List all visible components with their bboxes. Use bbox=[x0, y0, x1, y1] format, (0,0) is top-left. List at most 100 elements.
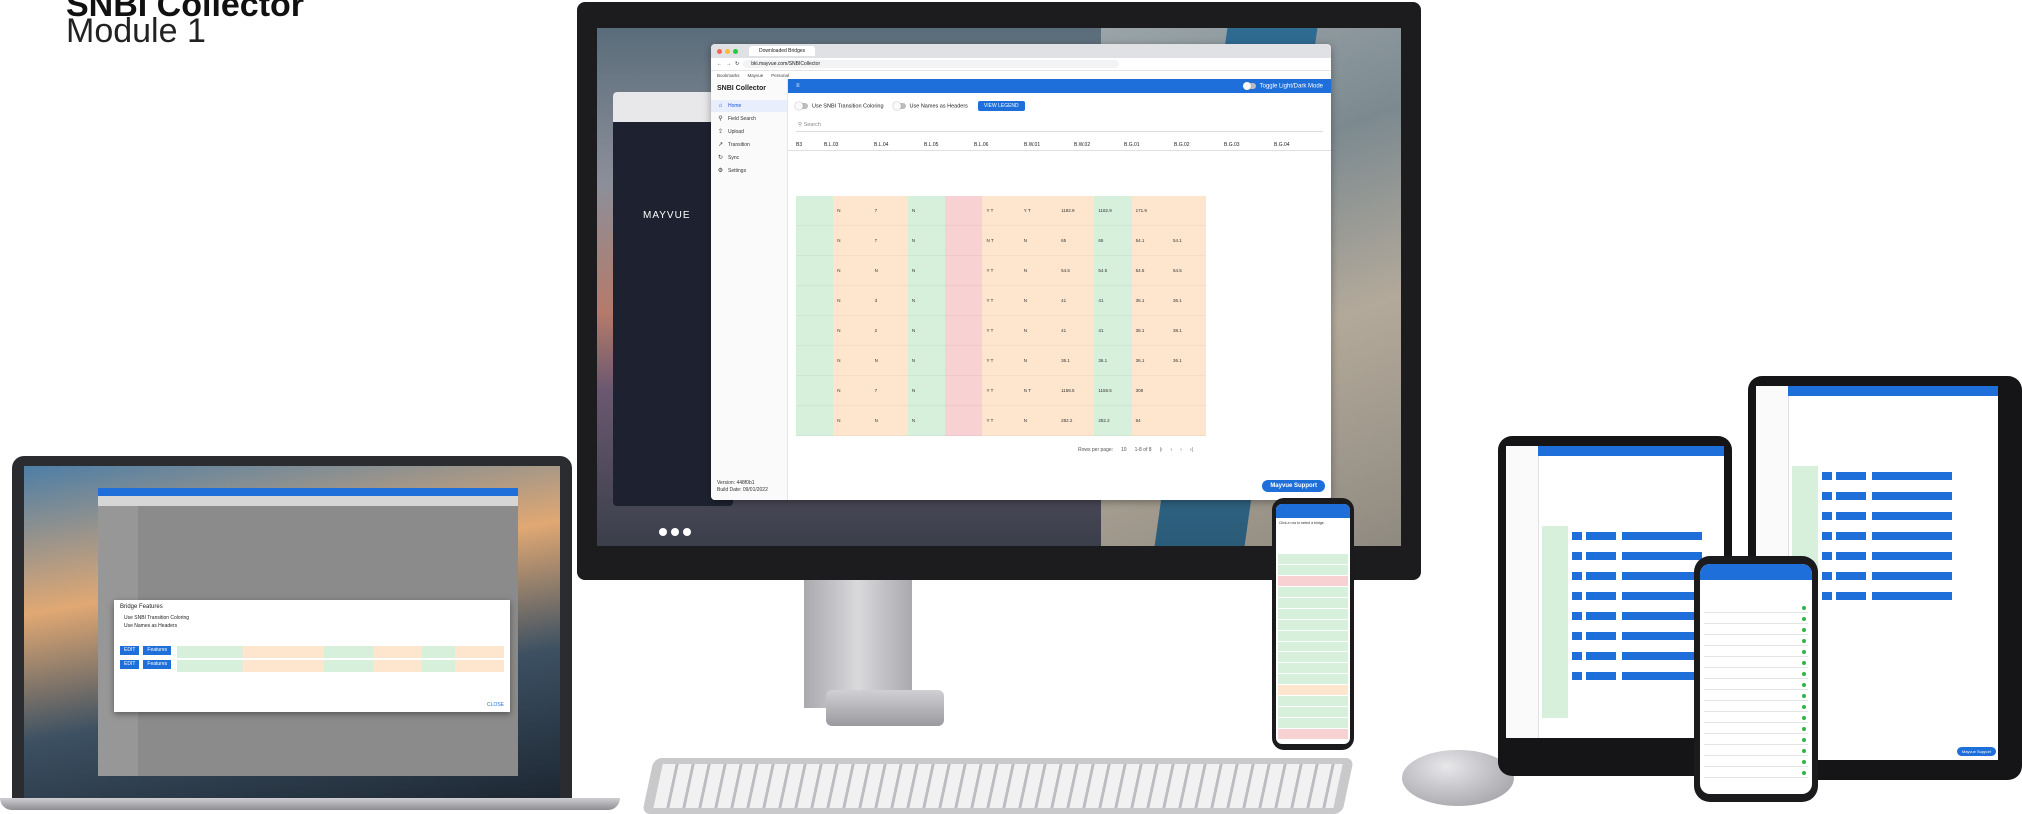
back-icon[interactable]: ← bbox=[717, 61, 722, 67]
bookmark-item[interactable]: Bookmarks bbox=[717, 73, 740, 78]
table-cell[interactable]: N bbox=[833, 346, 871, 376]
menu-icon[interactable]: ≡ bbox=[796, 83, 800, 89]
table-cell[interactable]: N bbox=[1019, 256, 1058, 286]
table-cell[interactable]: 282.2 bbox=[1057, 406, 1095, 436]
table-cell[interactable]: N bbox=[907, 346, 946, 376]
edit-button[interactable]: EDIT bbox=[120, 660, 140, 669]
column-header[interactable]: B.G.01 bbox=[1124, 142, 1174, 148]
table-cell[interactable]: N bbox=[833, 196, 871, 226]
column-header[interactable]: B.W.01 bbox=[1024, 142, 1074, 148]
table-cell[interactable]: Y T bbox=[982, 256, 1020, 286]
table-cell[interactable]: Y T bbox=[982, 196, 1020, 226]
table-cell[interactable]: N bbox=[1019, 286, 1058, 316]
table-cell[interactable]: 36.1 bbox=[1168, 346, 1207, 376]
reload-icon[interactable]: ↻ bbox=[735, 61, 739, 67]
table-cell[interactable] bbox=[945, 226, 983, 256]
features-button[interactable]: Features bbox=[143, 646, 172, 655]
table-cell[interactable]: 171.9 bbox=[1131, 196, 1169, 226]
table-cell[interactable]: Y T bbox=[982, 406, 1020, 436]
table-cell[interactable]: 54.5 bbox=[1094, 256, 1132, 286]
table-cell[interactable]: 36.1 bbox=[1131, 346, 1169, 376]
table-cell[interactable]: 1158.5 bbox=[1094, 376, 1132, 406]
close-button[interactable]: CLOSE bbox=[487, 702, 504, 708]
table-cell[interactable] bbox=[796, 256, 834, 286]
transition-coloring-switch[interactable]: Use SNBI Transition Coloring bbox=[795, 101, 884, 110]
table-cell[interactable]: 36.1 bbox=[1168, 286, 1207, 316]
table-cell[interactable]: N T bbox=[982, 226, 1020, 256]
browser-tab[interactable]: Downloaded Bridges bbox=[749, 46, 816, 56]
table-cell[interactable] bbox=[945, 196, 983, 226]
bookmark-item[interactable]: Personal bbox=[771, 73, 789, 78]
table-cell[interactable]: 7 bbox=[870, 226, 908, 256]
table-cell[interactable]: Y T bbox=[982, 286, 1020, 316]
table-cell[interactable]: 36.1 bbox=[1094, 346, 1132, 376]
table-cell[interactable]: 2 bbox=[870, 316, 908, 346]
column-header[interactable]: B3 bbox=[796, 142, 824, 148]
table-cell[interactable]: 54.1 bbox=[1131, 226, 1169, 256]
table-cell[interactable]: 65 bbox=[1094, 226, 1132, 256]
prev-page-icon[interactable]: ‹ bbox=[1171, 447, 1173, 453]
table-cell[interactable]: N bbox=[1019, 226, 1058, 256]
column-header[interactable]: B.W.02 bbox=[1074, 142, 1124, 148]
table-cell[interactable] bbox=[796, 346, 834, 376]
table-cell[interactable]: 38.1 bbox=[1131, 316, 1169, 346]
table-cell[interactable]: 7 bbox=[870, 196, 908, 226]
table-cell[interactable]: N bbox=[1019, 406, 1058, 436]
table-cell[interactable] bbox=[1168, 406, 1207, 436]
table-cell[interactable]: N bbox=[907, 406, 946, 436]
table-cell[interactable]: N bbox=[833, 376, 871, 406]
table-cell[interactable] bbox=[796, 406, 834, 436]
column-header[interactable]: B.L.04 bbox=[874, 142, 924, 148]
table-cell[interactable]: 54.5 bbox=[1057, 256, 1095, 286]
tablet-support-button[interactable]: Mayvue Support bbox=[1956, 747, 1996, 756]
table-cell[interactable]: N bbox=[833, 316, 871, 346]
sidebar-item-home[interactable]: ⌂ Home bbox=[711, 100, 787, 112]
table-cell[interactable]: 38.1 bbox=[1168, 316, 1207, 346]
names-as-headers-switch[interactable]: Use Names as Headers bbox=[892, 101, 968, 110]
forward-icon[interactable]: → bbox=[726, 61, 731, 67]
table-cell[interactable]: 1182.9 bbox=[1057, 196, 1095, 226]
table-cell[interactable]: 54.1 bbox=[1168, 226, 1207, 256]
table-cell[interactable]: N bbox=[833, 226, 871, 256]
address-bar[interactable]: ← → ↻ bki.mayvue.com/SNBICollector bbox=[711, 58, 1331, 71]
table-cell[interactable]: N bbox=[833, 286, 871, 316]
table-cell[interactable]: 54.5 bbox=[1168, 256, 1207, 286]
bookmark-item[interactable]: Mayvue bbox=[748, 73, 764, 78]
table-cell[interactable]: N bbox=[907, 316, 946, 346]
table-cell[interactable] bbox=[945, 286, 983, 316]
column-header[interactable]: B.G.02 bbox=[1174, 142, 1224, 148]
table-cell[interactable]: 36.1 bbox=[1057, 346, 1095, 376]
table-cell[interactable] bbox=[796, 286, 834, 316]
table-cell[interactable]: 65 bbox=[1057, 226, 1095, 256]
table-cell[interactable]: 7 bbox=[870, 376, 908, 406]
table-cell[interactable]: Y T bbox=[982, 316, 1020, 346]
table-cell[interactable]: N bbox=[907, 286, 946, 316]
table-cell[interactable]: N bbox=[1019, 346, 1058, 376]
table-cell[interactable]: 1182.9 bbox=[1094, 196, 1132, 226]
table-cell[interactable] bbox=[945, 346, 983, 376]
column-header[interactable]: B.L.03 bbox=[824, 142, 874, 148]
edit-button[interactable]: EDIT bbox=[120, 646, 140, 655]
table-cell[interactable] bbox=[1168, 376, 1207, 406]
table-cell[interactable]: N bbox=[833, 406, 871, 436]
table-cell[interactable] bbox=[945, 256, 983, 286]
sidebar-item-settings[interactable]: ⚙ Settings bbox=[711, 164, 787, 177]
dialog-names-switch[interactable]: Use Names as Headers bbox=[124, 622, 500, 630]
table-cell[interactable]: 64 bbox=[1131, 406, 1169, 436]
sidebar-item-field-search[interactable]: ⚲ Field Search bbox=[711, 112, 787, 125]
table-cell[interactable] bbox=[945, 376, 983, 406]
table-cell[interactable] bbox=[796, 226, 834, 256]
url-field[interactable]: bki.mayvue.com/SNBICollector bbox=[743, 60, 1120, 68]
table-cell[interactable]: 54.5 bbox=[1131, 256, 1169, 286]
table-cell[interactable]: N bbox=[870, 406, 908, 436]
theme-toggle[interactable]: Toggle Light/Dark Mode bbox=[1242, 81, 1323, 90]
table-cell[interactable]: N bbox=[870, 256, 908, 286]
column-header[interactable]: B.L.05 bbox=[924, 142, 974, 148]
table-cell[interactable]: N bbox=[833, 256, 871, 286]
last-page-icon[interactable]: ›| bbox=[1190, 447, 1193, 453]
sidebar-item-upload[interactable]: ⇪ Upload bbox=[711, 125, 787, 138]
view-legend-button[interactable]: VIEW LEGEND bbox=[977, 101, 1025, 111]
table-cell[interactable]: 41 bbox=[1094, 316, 1132, 346]
table-cell[interactable] bbox=[1168, 196, 1207, 226]
table-cell[interactable]: 41 bbox=[1057, 316, 1095, 346]
